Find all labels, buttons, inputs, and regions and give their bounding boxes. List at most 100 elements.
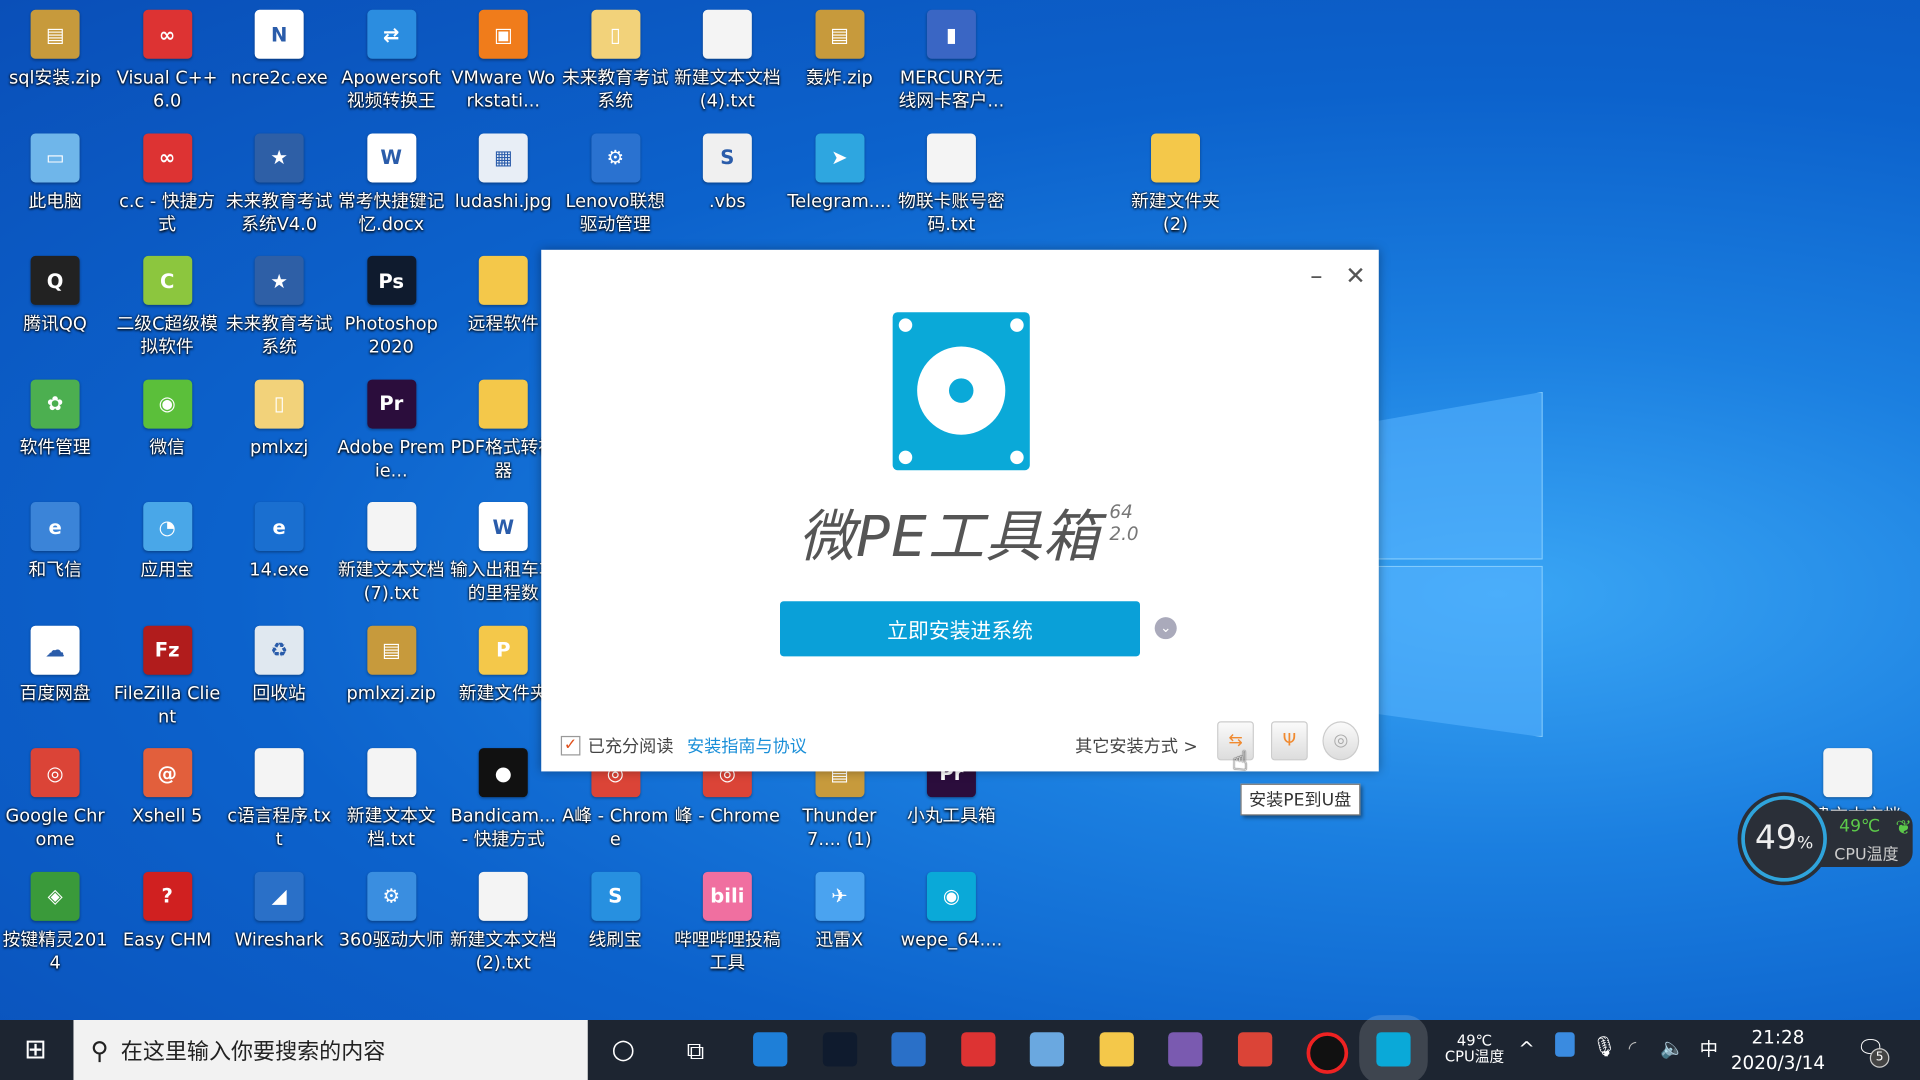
- desktop-icon-label: 二级C超级模拟软件: [116, 314, 218, 358]
- taskbar-wepe-icon[interactable]: [1358, 1015, 1428, 1080]
- desktop-icon[interactable]: ◈ 按键精灵2014: [0, 871, 111, 975]
- desktop-icon[interactable]: Pr Adobe Premie...: [335, 378, 448, 483]
- taskbar-chrome-icon[interactable]: [1237, 1032, 1272, 1067]
- desktop-icon[interactable]: ◎ Google Chrome: [0, 748, 111, 852]
- taskbar-file-explorer-icon[interactable]: [1098, 1032, 1134, 1067]
- ime-indicator[interactable]: 中: [1700, 1036, 1718, 1062]
- agreement-link[interactable]: 安装指南与协议: [687, 733, 807, 757]
- folder-icon: [478, 255, 528, 305]
- install-to-system-button[interactable]: 立即安装进系统: [780, 601, 1141, 657]
- wifi-icon[interactable]: ◜: [1629, 1036, 1637, 1059]
- desktop-icon[interactable]: 新建文本文档(4).txt: [671, 9, 784, 114]
- desktop-icon[interactable]: ▯ 未来教育考试系统: [559, 9, 672, 114]
- desktop-icon[interactable]: ▮ MERCURY无线网卡客户...: [895, 9, 1008, 114]
- desktop-icon[interactable]: ♻ 回收站: [223, 625, 336, 706]
- desktop-icon[interactable]: 新建文本文档(2).txt: [447, 871, 560, 975]
- cortana-icon[interactable]: ○: [605, 1020, 642, 1080]
- desktop-icon[interactable]: W 常考快捷键记忆.docx: [335, 132, 448, 237]
- desktop-icon[interactable]: S 线刷宝: [559, 871, 672, 952]
- desktop-icon[interactable]: ★ 未来教育考试系统: [223, 255, 336, 360]
- desktop-icon[interactable]: e 14.exe: [223, 502, 336, 583]
- desktop-icon-label: 轰炸.zip: [806, 68, 873, 89]
- ajjl-icon: ◈: [30, 871, 80, 921]
- desktop: ▤ sql安装.zip ∞ Visual C++ 6.0 Nncre2c.exe ⇄ Apo…: [0, 0, 1920, 1080]
- desktop-icon[interactable]: ✿ 软件管理: [0, 378, 111, 460]
- taskbar-bandicam-icon[interactable]: [1306, 1032, 1349, 1074]
- clock[interactable]: 21:28 2020/3/14: [1729, 1025, 1827, 1076]
- desktop-icon[interactable]: ▣ VMware Workstati...: [447, 9, 560, 114]
- iso-disc-icon[interactable]: ◎: [1322, 721, 1360, 761]
- search-icon: ⚲: [90, 1035, 109, 1065]
- desktop-icon-label: 此电脑: [28, 191, 82, 212]
- desktop-icon[interactable]: 新建文本文档.txt: [335, 748, 448, 852]
- desktop-icon[interactable]: Fz FileZilla Client: [111, 625, 224, 729]
- txt-icon: [254, 748, 304, 798]
- desktop-icon[interactable]: e 和飞信: [0, 502, 111, 583]
- desktop-icon[interactable]: ◢ Wireshark: [223, 871, 336, 952]
- taskbar-photoshop-icon[interactable]: [822, 1032, 857, 1067]
- word-icon: W: [366, 132, 416, 182]
- chevron-up-icon[interactable]: ^: [1518, 1037, 1534, 1060]
- desktop-icon[interactable]: 物联卡账号密码.txt: [895, 132, 1008, 237]
- minimize-button[interactable]: –: [1300, 260, 1332, 292]
- removable-drive-install-icon[interactable]: Ψ: [1271, 721, 1308, 761]
- desktop-icon[interactable]: ◉ wepe_64....: [895, 871, 1008, 952]
- taskbar-edge-icon[interactable]: [753, 1032, 788, 1067]
- wechat-icon: ◉: [142, 378, 192, 428]
- desktop-icon[interactable]: ⚙ Lenovo联想驱动管理: [559, 132, 672, 237]
- desktop-icon-label: 新建文件夹 (2): [1131, 191, 1220, 235]
- desktop-icon[interactable]: 新建文件夹 (2): [1119, 132, 1232, 237]
- desktop-icon-label: pmlxzj: [250, 437, 309, 458]
- task-view-icon[interactable]: ⧉: [677, 1020, 714, 1080]
- volume-icon[interactable]: 🔈: [1660, 1036, 1684, 1059]
- desktop-icon[interactable]: ⚙ 360驱动大师: [335, 871, 448, 952]
- agree-checkbox[interactable]: ✓: [560, 735, 581, 756]
- txt-icon: [366, 748, 416, 798]
- xunlei-icon: ✈: [814, 871, 864, 921]
- taskbar-visual-cpp-icon[interactable]: [960, 1032, 995, 1067]
- microphone-icon[interactable]: 🎙: [1592, 1035, 1617, 1058]
- desktop-icon[interactable]: ▭ 此电脑: [0, 132, 111, 214]
- desktop-icon-label: 线刷宝: [588, 930, 642, 950]
- wepe-icon: ◉: [926, 871, 976, 921]
- desktop-icon[interactable]: ★ 未来教育考试系统V4.0: [223, 132, 336, 237]
- start-windows-icon[interactable]: ⊞: [0, 1020, 71, 1080]
- desktop-icon[interactable]: ∞ c.c - 快捷方式: [111, 132, 224, 237]
- desktop-icon[interactable]: Nncre2c.exe: [223, 9, 336, 91]
- close-button[interactable]: ✕: [1340, 260, 1372, 292]
- usb-tray-icon[interactable]: [1555, 1032, 1575, 1057]
- tray-cpu-temp[interactable]: 49℃ CPU温度: [1445, 1033, 1504, 1065]
- chevron-down-icon[interactable]: ⌄: [1154, 617, 1177, 640]
- desktop-icon[interactable]: ☁ 百度网盘: [0, 625, 111, 706]
- desktop-icon[interactable]: ▯ pmlxzj: [223, 378, 336, 460]
- desktop-icon-label: Visual C++ 6.0: [116, 68, 218, 112]
- desktop-icon[interactable]: @ Xshell 5: [111, 748, 224, 829]
- desktop-icon[interactable]: ▤ sql安装.zip: [0, 9, 111, 91]
- desktop-icon[interactable]: ▤ pmlxzj.zip: [335, 625, 448, 706]
- desktop-icon[interactable]: ▤ 轰炸.zip: [783, 9, 896, 91]
- desktop-icon[interactable]: ▦ ludashi.jpg: [447, 132, 560, 214]
- desktop-icon[interactable]: ◉ 微信: [111, 378, 224, 460]
- taskbar-control-panel-icon[interactable]: [1029, 1032, 1065, 1067]
- notification-icon[interactable]: 🗨 5: [1856, 1036, 1890, 1068]
- taskbar-search-input[interactable]: ⚲ 在这里输入你要搜索的内容: [73, 1020, 588, 1080]
- desktop-icon[interactable]: Ps Photoshop 2020: [335, 255, 448, 360]
- windows-wallpaper-logo: [1371, 367, 1543, 738]
- taskbar-winrar-icon[interactable]: [1168, 1032, 1203, 1067]
- lenovo-icon: ⚙: [590, 132, 640, 182]
- desktop-icon[interactable]: ✈ 迅雷X: [783, 871, 896, 952]
- desktop-icon[interactable]: 新建文本文档(7).txt: [335, 502, 448, 606]
- desktop-icon[interactable]: C 二级C超级模拟软件: [111, 255, 224, 360]
- desktop-icon[interactable]: ➤ Telegram....: [783, 132, 896, 214]
- desktop-icon[interactable]: bili 哔哩哔哩投稿工具: [671, 871, 784, 975]
- desktop-icon[interactable]: ∞ Visual C++ 6.0: [111, 9, 224, 114]
- agree-label: 已充分阅读: [587, 737, 674, 757]
- desktop-icon[interactable]: Q 腾讯QQ: [0, 255, 111, 337]
- desktop-icon[interactable]: ◔ 应用宝: [111, 502, 224, 583]
- desktop-icon[interactable]: ⇄ Apowersoft视频转换王: [335, 9, 448, 114]
- desktop-icon[interactable]: ? Easy CHM: [111, 871, 224, 952]
- other-methods-label: 其它安装方式 >: [1075, 737, 1198, 757]
- taskbar-wireshark-icon[interactable]: [891, 1032, 926, 1067]
- desktop-icon[interactable]: c语言程序.txt: [223, 748, 336, 852]
- desktop-icon[interactable]: S .vbs: [671, 132, 784, 214]
